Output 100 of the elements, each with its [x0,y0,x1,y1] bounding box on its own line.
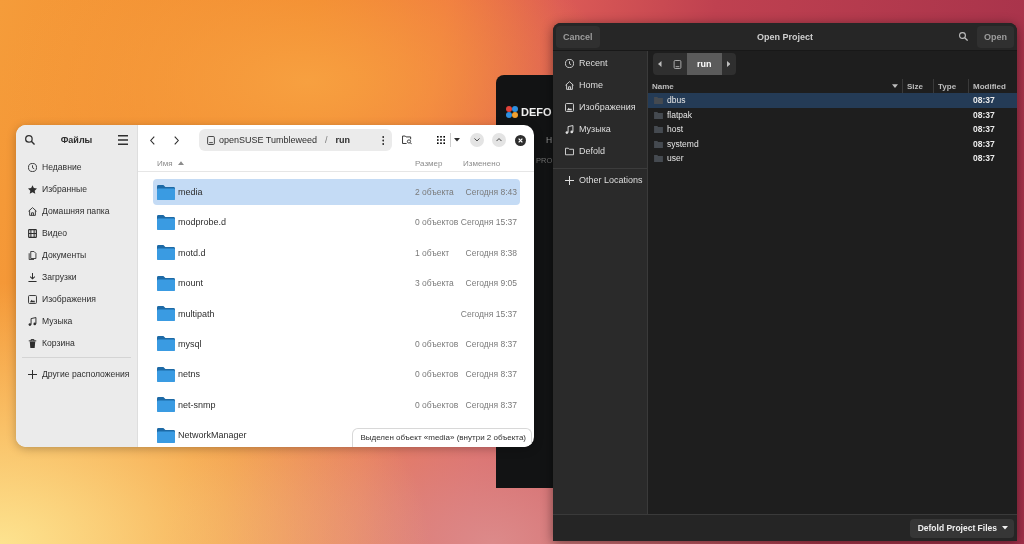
file-row[interactable]: dbus 08:37 [648,93,1017,108]
clock-icon [28,162,37,172]
sidebar-item[interactable]: Домашняя папка [16,200,137,222]
file-row[interactable]: media 2 объекта Сегодня 8:43 [153,179,520,205]
file-name: mount [178,278,203,289]
file-row[interactable]: modprobe.d 0 объектов Сегодня 15:37 [153,209,520,236]
column-header[interactable]: Name [648,79,902,93]
column-header[interactable]: Размер [415,158,443,168]
sidebar-item[interactable]: Home [553,74,647,96]
file-row[interactable]: host 08:37 [648,122,1017,137]
file-filter-dropdown[interactable]: Defold Project Files [909,518,1014,538]
file-size: 2 объекта [415,187,454,197]
folder-icon [157,214,175,230]
column-header[interactable]: Изменено [463,158,501,168]
file-modified: Сегодня 8:37 [465,369,517,380]
caret-down-icon [454,138,460,142]
drive-icon [672,59,682,69]
home-icon [28,206,37,216]
sidebar-item[interactable]: Видео [16,222,137,244]
file-row[interactable]: flatpak 08:37 [648,107,1017,122]
file-size: 0 объектов [415,369,459,380]
file-modified: Сегодня 9:05 [465,278,517,289]
file-row[interactable]: netns 0 объектов Сегодня 8:37 [153,361,520,388]
file-name: multipath [178,308,215,319]
sidebar-item[interactable]: Недавние [16,156,137,178]
chevron-up-icon [496,138,502,142]
logo-icon [505,105,519,119]
plus-icon [565,175,574,185]
sidebar-item[interactable]: Избранные [16,178,137,200]
sidebar-item[interactable]: Музыка [553,118,647,140]
file-row[interactable]: mount 3 объекта Сегодня 9:05 [153,270,520,297]
file-row[interactable]: user 08:37 [648,151,1017,166]
file-modified: 08:37 [972,124,995,135]
search-icon [25,135,35,145]
file-modified: Сегодня 8:37 [465,338,517,349]
sort-down-icon [892,84,898,88]
open-button[interactable]: Open [977,25,1014,48]
search-button[interactable] [958,29,970,44]
file-row[interactable]: systemd 08:37 [648,136,1017,151]
search-button[interactable] [25,135,35,145]
chevron-right-icon [173,135,179,145]
sidebar-item[interactable]: Изображения [553,96,647,118]
file-name: dbus [667,95,686,106]
file-modified: Сегодня 8:43 [465,187,517,197]
close-icon [514,134,526,146]
menu-button[interactable] [118,135,128,145]
sidebar-item[interactable]: Recent [553,52,647,74]
sort-up-icon [177,161,184,165]
sidebar-item[interactable]: Other Locations [553,169,647,191]
sidebar-item[interactable]: Корзина [16,332,137,354]
close-button[interactable] [513,133,527,147]
file-modified: 08:37 [972,138,995,149]
chevron-down-icon [474,138,480,142]
folder-icon [157,275,175,291]
file-name: net-snmp [178,399,216,410]
path-segment[interactable]: run [687,53,722,75]
trash-icon [28,338,37,348]
folder-search-button[interactable] [400,133,414,147]
column-header[interactable]: Имя [157,158,184,168]
cancel-button[interactable]: Cancel [556,25,600,48]
dialog-title: Open Project [757,31,813,42]
file-row[interactable]: mysql 0 объектов Сегодня 8:37 [153,330,520,357]
file-name: user [667,153,684,164]
path-segment[interactable]: openSUSE Tumbleweed [207,135,318,145]
folder-icon [157,306,175,322]
file-modified: Сегодня 15:37 [460,217,517,228]
chevron-left-icon [149,135,155,145]
grid-icon [437,136,445,144]
sidebar-item[interactable]: Музыка [16,310,137,332]
nav-label: H [546,135,553,145]
file-row[interactable]: motd.d 1 объект Сегодня 8:38 [153,239,520,266]
scroll-up-button[interactable] [492,133,506,147]
scroll-down-button[interactable] [470,133,484,147]
document-icon [28,250,37,260]
folder-icon [157,427,175,443]
file-name: NetworkManager [178,430,247,441]
file-modified: Сегодня 8:38 [465,247,517,258]
file-row[interactable]: net-snmp 0 объектов Сегодня 8:37 [153,391,520,418]
more-button[interactable] [379,133,387,147]
file-row[interactable]: multipath Сегодня 15:37 [153,300,520,327]
sidebar-item[interactable]: Изображения [16,288,137,310]
caret-down-icon [1002,526,1008,530]
file-name: media [178,187,203,197]
film-icon [28,228,37,238]
folder-icon [157,397,175,413]
view-grid-button[interactable] [434,133,448,147]
file-modified: Сегодня 15:37 [460,308,517,319]
image-icon [28,294,37,304]
path-segment[interactable]: run [335,135,351,145]
sidebar-item[interactable]: Документы [16,244,137,266]
sidebar-item[interactable]: Загрузки [16,266,137,288]
clock-icon [565,58,574,68]
caret-right-icon [726,61,731,67]
file-size: 1 объект [415,247,450,258]
caret-left-icon [658,61,662,67]
sidebar-item[interactable]: Defold [553,140,647,162]
file-modified: 08:37 [972,109,995,120]
sidebar-item[interactable]: Другие расположения [16,363,137,385]
menu-icon [118,135,128,145]
selection-status-toast: Выделен объект «media» (внутри 2 объекта) [352,428,532,447]
